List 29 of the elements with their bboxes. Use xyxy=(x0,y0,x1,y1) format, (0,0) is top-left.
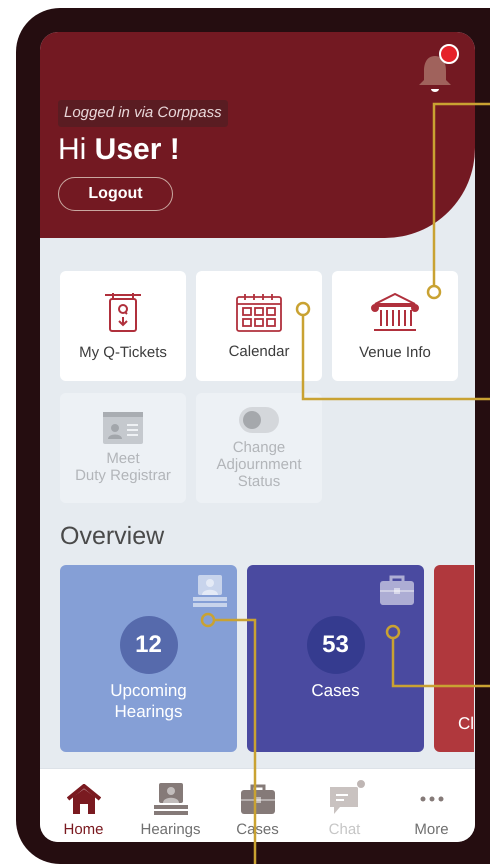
overview-card[interactable]: Cl xyxy=(434,565,474,752)
overview-card[interactable]: 53 Cases xyxy=(247,565,424,752)
toggle-icon xyxy=(239,406,279,432)
login-note: Logged in via Corppass xyxy=(58,100,228,126)
menu-tile[interactable]: My Q-Tickets xyxy=(60,271,186,381)
nav-tab[interactable]: Hearings xyxy=(127,783,214,838)
count-badge: 53 xyxy=(306,616,364,674)
card-label: Cases xyxy=(311,680,360,701)
id-card-icon xyxy=(103,412,143,444)
home-icon xyxy=(66,784,100,814)
greeting: Hi User ! xyxy=(58,132,181,168)
menu-tile[interactable]: Calendar xyxy=(196,271,322,381)
section-title: Overview xyxy=(59,521,166,551)
nav-tab[interactable]: Home xyxy=(40,783,127,838)
card-label: Upcoming Hearings xyxy=(110,680,187,722)
count-badge: 12 xyxy=(120,616,178,674)
person-podium-icon xyxy=(154,783,188,815)
card-label: Cl xyxy=(458,713,474,734)
menu-tile[interactable]: Venue Info xyxy=(332,271,458,381)
logout-button[interactable]: Logout xyxy=(58,176,173,210)
overview-card[interactable]: 12 Upcoming Hearings xyxy=(60,565,237,752)
briefcase-icon xyxy=(240,784,274,814)
briefcase-icon xyxy=(380,575,414,605)
nav-tab[interactable]: More xyxy=(388,783,475,838)
ticket-icon xyxy=(103,292,143,334)
more-icon xyxy=(420,796,444,802)
building-icon xyxy=(370,292,420,334)
person-podium-icon xyxy=(193,575,227,607)
calendar-icon xyxy=(235,292,283,332)
